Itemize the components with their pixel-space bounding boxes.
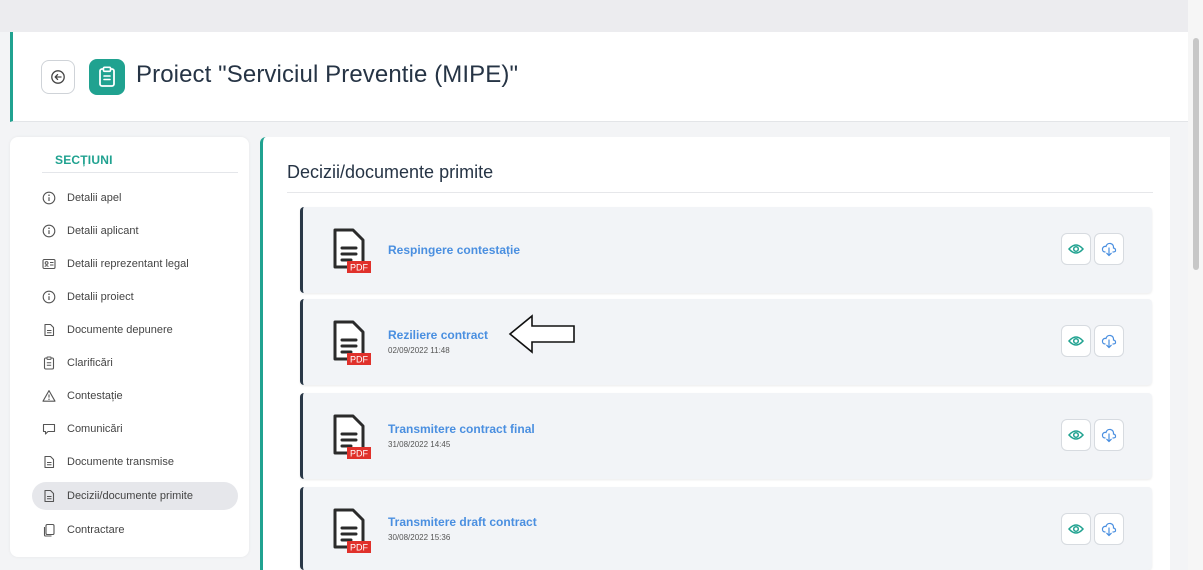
document-card: PDF Reziliere contract 02/09/2022 11:48 [300,299,1152,385]
eye-icon [1068,430,1084,440]
pdf-file-icon: PDF [333,320,371,365]
sidebar-item-label: Detalii apel [67,192,122,204]
sidebar-item-label: Detalii reprezentant legal [67,258,189,270]
info-icon [42,290,56,304]
warning-icon [42,389,56,403]
back-arrow-icon [51,70,65,84]
sidebar-item-detalii-reprezentant-legal[interactable]: Detalii reprezentant legal [32,250,238,278]
svg-text:PDF: PDF [350,355,369,365]
top-strip [0,0,1203,32]
pdf-file-icon: PDF [333,228,371,273]
pdf-file-icon: PDF [333,414,371,459]
section-title: Decizii/documente primite [287,162,494,182]
sidebar-item-label: Contestație [67,390,123,402]
cloud-download-icon [1101,334,1117,349]
id-card-icon [42,257,56,271]
svg-text:PDF: PDF [350,543,369,553]
sidebar-item-detalii-aplicant[interactable]: Detalii aplicant [32,217,238,245]
document-card: PDF Transmitere contract final 31/08/202… [300,393,1152,479]
document-icon [42,489,56,503]
sidebar-item-documente-depunere[interactable]: Documente depunere [32,316,238,344]
info-icon [42,191,56,205]
sidebar-item-detalii-proiect[interactable]: Detalii proiect [32,283,238,311]
sidebar-item-contractare[interactable]: Contractare [32,516,238,544]
download-button[interactable] [1094,233,1124,265]
sidebar-item-label: Documente depunere [67,324,173,336]
eye-icon [1068,524,1084,534]
eye-icon [1068,244,1084,254]
document-name-link[interactable]: Respingere contestație [388,243,520,257]
sidebar-item-label: Detalii proiect [67,291,134,303]
sidebar-item-detalii-apel[interactable]: Detalii apel [32,184,238,212]
section-divider [287,192,1153,193]
clipboard-list-icon [89,59,125,95]
view-button[interactable] [1061,325,1091,357]
sidebar-item-label: Contractare [67,524,125,536]
back-button[interactable] [41,60,75,94]
sidebar-item-label: Decizii/documente primite [67,490,193,502]
scrollbar-thumb[interactable] [1193,38,1199,270]
page-title: Proiect "Serviciul Preventie (MIPE)" [136,61,519,88]
document-name-link[interactable]: Transmitere contract final [388,422,535,436]
download-button[interactable] [1094,513,1124,545]
chat-icon [42,422,56,436]
document-date: 31/08/2022 14:45 [388,440,451,449]
sidebar-title: SECȚIUNI [55,153,113,167]
view-button[interactable] [1061,513,1091,545]
document-card: PDF Respingere contestație [300,207,1152,293]
document-icon [42,455,56,469]
pdf-file-icon: PDF [333,508,371,553]
sidebar-item-contestatie[interactable]: Contestație [32,382,238,410]
cloud-download-icon [1101,242,1117,257]
sidebar-item-label: Detalii aplicant [67,225,139,237]
page-header: Proiect "Serviciul Preventie (MIPE)" [10,32,1188,122]
eye-icon [1068,336,1084,346]
sidebar-item-label: Comunicări [67,423,123,435]
clipboard-icon [42,356,56,370]
sidebar-item-label: Documente transmise [67,456,174,468]
download-button[interactable] [1094,419,1124,451]
cloud-download-icon [1101,428,1117,443]
sidebar-item-decizii-documente-primite[interactable]: Decizii/documente primite [32,482,238,510]
annotation-arrow-icon [508,314,575,354]
document-card: PDF Transmitere draft contract 30/08/202… [300,487,1152,570]
document-date: 30/08/2022 15:36 [388,533,451,542]
info-icon [42,224,56,238]
view-button[interactable] [1061,419,1091,451]
sidebar-item-clarificari[interactable]: Clarificări [32,349,238,377]
copy-icon [42,523,56,537]
document-date: 02/09/2022 11:48 [388,346,450,355]
sidebar-divider [42,172,238,173]
download-button[interactable] [1094,325,1124,357]
document-icon [42,323,56,337]
document-name-link[interactable]: Reziliere contract [388,328,488,342]
svg-text:PDF: PDF [350,263,369,273]
sidebar-item-documente-transmise[interactable]: Documente transmise [32,448,238,476]
sidebar-item-comunicari[interactable]: Comunicări [32,415,238,443]
svg-text:PDF: PDF [350,449,369,459]
sections-sidebar: SECȚIUNI Detalii apel Detalii aplicant D… [10,137,249,557]
cloud-download-icon [1101,522,1117,537]
sidebar-item-label: Clarificări [67,357,113,369]
view-button[interactable] [1061,233,1091,265]
document-name-link[interactable]: Transmitere draft contract [388,515,537,529]
